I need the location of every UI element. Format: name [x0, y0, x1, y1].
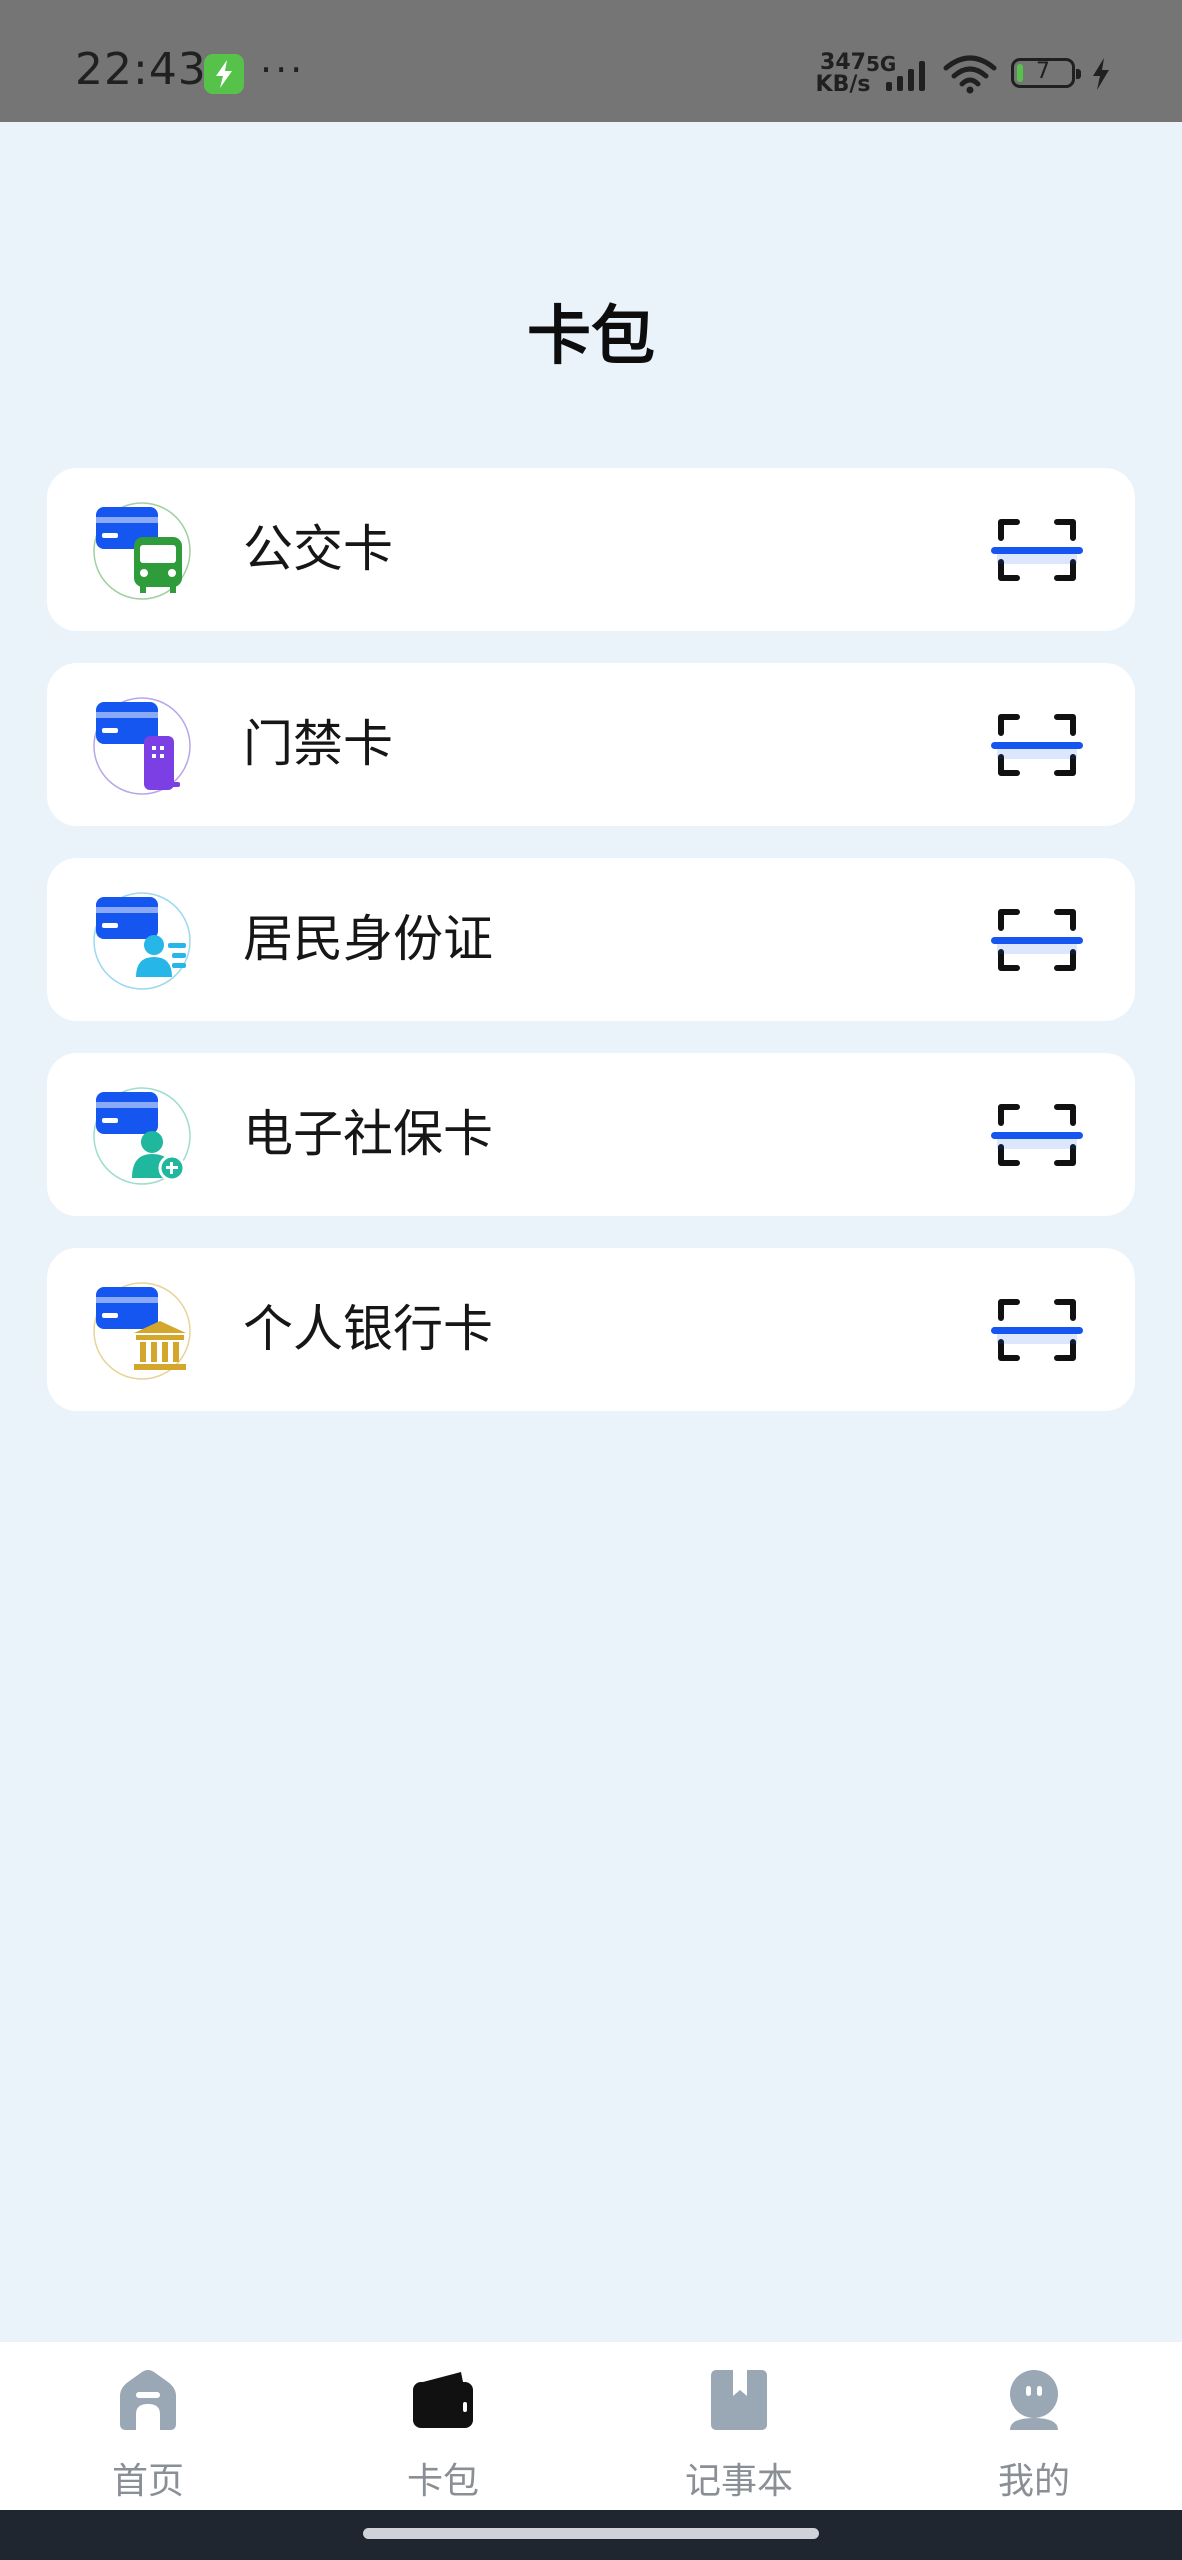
scan-icon[interactable]	[991, 1097, 1083, 1173]
net-speed-unit: KB/s	[815, 72, 871, 97]
tab-label: 卡包	[406, 2461, 479, 2502]
bank-card-icon	[93, 1282, 191, 1380]
card-label: 居民身份证	[243, 910, 493, 968]
card-social-security[interactable]: 电子社保卡	[47, 1053, 1135, 1216]
charging-app-icon	[204, 54, 244, 94]
bus-card-icon	[93, 502, 191, 600]
status-bar: 22:43 ··· 347 KB/s 5G 7	[0, 0, 1182, 122]
tab-notebook[interactable]: 记事本	[649, 2342, 829, 2510]
tab-home[interactable]: 首页	[58, 2342, 238, 2510]
scan-icon[interactable]	[991, 902, 1083, 978]
social-security-card-icon	[93, 1087, 191, 1185]
status-time: 22:43	[75, 44, 207, 95]
more-notifications-icon: ···	[260, 48, 306, 92]
card-label: 个人银行卡	[243, 1300, 493, 1358]
scan-icon[interactable]	[991, 1292, 1083, 1368]
wifi-icon	[943, 55, 997, 94]
card-label: 公交卡	[243, 520, 393, 578]
card-label: 门禁卡	[243, 715, 393, 773]
tab-label: 记事本	[684, 2461, 793, 2502]
page-title: 卡包	[527, 300, 655, 374]
bottom-tab-bar: 首页 卡包 记事本 我的	[0, 2342, 1182, 2510]
tab-label: 首页	[111, 2461, 184, 2502]
tab-label: 我的	[997, 2461, 1070, 2502]
home-indicator[interactable]	[363, 2528, 819, 2539]
card-bank[interactable]: 个人银行卡	[47, 1248, 1135, 1411]
wallet-icon	[413, 2372, 473, 2428]
card-id[interactable]: 居民身份证	[47, 858, 1135, 1021]
card-bus[interactable]: 公交卡	[47, 468, 1135, 631]
scan-icon[interactable]	[991, 707, 1083, 783]
notebook-icon	[711, 2370, 767, 2430]
signal-icon	[886, 61, 925, 91]
card-label: 电子社保卡	[243, 1105, 493, 1163]
battery-icon: 7	[1011, 58, 1081, 88]
home-icon	[120, 2370, 176, 2430]
tab-profile[interactable]: 我的	[944, 2342, 1124, 2510]
id-card-icon	[93, 892, 191, 990]
tab-wallet[interactable]: 卡包	[353, 2342, 533, 2510]
card-access[interactable]: 门禁卡	[47, 663, 1135, 826]
profile-icon	[1010, 2370, 1058, 2430]
battery-level: 7	[1036, 59, 1050, 84]
card-list: 公交卡 门禁卡 居民身份证 电子社保卡 个人银行卡	[47, 468, 1135, 1443]
access-card-icon	[93, 697, 191, 795]
scan-icon[interactable]	[991, 512, 1083, 588]
bolt-icon	[1093, 58, 1109, 90]
